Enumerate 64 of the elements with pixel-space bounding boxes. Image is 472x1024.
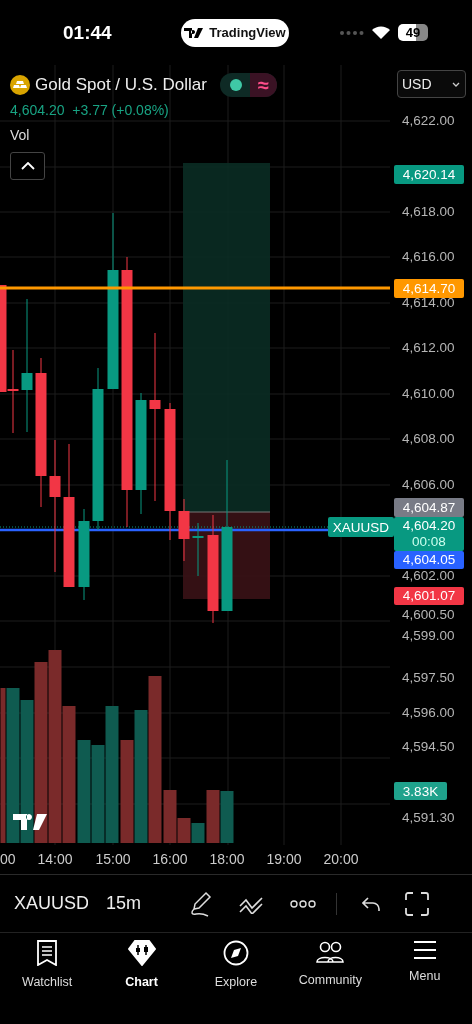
candle — [192, 522, 204, 577]
price-change: 4,604.20 +3.77 (+0.08%) — [10, 102, 169, 118]
time-tick: 00 — [0, 851, 17, 867]
price-tick: 4,618.00 — [402, 203, 455, 221]
price-tick: 4,599.00 — [402, 627, 455, 645]
list-icon — [35, 940, 60, 966]
battery-icon: 49 — [398, 24, 428, 41]
chevron-up-icon — [20, 162, 35, 170]
symbol-selector[interactable]: XAUUSD — [14, 893, 88, 914]
indicator-label[interactable]: Vol — [10, 127, 30, 143]
price-marker: 4,604.87 — [394, 498, 464, 517]
price-marker: 4,614.70 — [394, 279, 464, 298]
app-pill[interactable]: TradingView — [181, 18, 289, 47]
price-level-line[interactable] — [0, 286, 390, 290]
time-tick: 16:00 — [151, 851, 189, 867]
price-marker: 4,604.20 00:08 — [394, 517, 464, 551]
nav-tab[interactable]: Community — [285, 940, 376, 989]
price-tick: 4,610.00 — [402, 385, 455, 403]
fullscreen-icon[interactable] — [405, 891, 429, 916]
nav-tab[interactable]: Menu — [379, 940, 470, 989]
collapse-button[interactable] — [10, 152, 45, 180]
price-marker: 4,604.05 — [394, 551, 464, 569]
status-time: 01:44 — [63, 21, 113, 44]
interval-selector[interactable]: 15m — [106, 893, 141, 914]
price-tick: 4,602.00 — [402, 567, 455, 585]
logo-icon — [184, 27, 205, 38]
pen-icon[interactable] — [188, 890, 214, 917]
time-tick: 15:00 — [94, 851, 132, 867]
people-icon — [316, 940, 345, 964]
price-tick: 4,614.00 — [402, 295, 455, 312]
nav-tab[interactable]: Explore — [190, 940, 281, 989]
price-marker: 4,601.07 — [394, 587, 464, 605]
volume-badge: 3.83K — [394, 782, 447, 800]
price-tick: 4,612.00 — [402, 339, 455, 357]
price-tick: 4,596.00 — [402, 704, 455, 722]
candle — [178, 498, 190, 562]
symbol-tag: XAUUSD — [328, 517, 394, 537]
indicator-toggle[interactable]: ≈ — [219, 73, 277, 97]
wifi-icon — [372, 26, 390, 39]
time-tick: 19:00 — [265, 851, 303, 867]
nav-tab[interactable]: Chart — [96, 940, 187, 989]
menu-icon — [412, 940, 437, 960]
compass-icon — [222, 940, 249, 966]
price-tick: 4,606.00 — [402, 476, 455, 494]
price-tick: 4,608.00 — [402, 430, 455, 448]
time-tick: 20:00 — [322, 851, 360, 867]
more-icon[interactable] — [290, 899, 316, 908]
signal-icon — [340, 30, 364, 35]
chevron-down-icon — [452, 81, 460, 87]
price-tick: 4,597.50 — [402, 669, 455, 687]
time-tick: 14:00 — [36, 851, 74, 867]
bullion-icon — [10, 75, 30, 95]
currency-select[interactable]: USD — [397, 70, 466, 98]
price-tick: 4,600.50 — [402, 606, 455, 624]
candles-icon — [127, 940, 156, 966]
price-marker: 4,620.14 — [394, 165, 464, 184]
nav-tab[interactable]: Watchlist — [2, 940, 93, 989]
price-tick: 4,591.30 — [402, 809, 455, 827]
price-tick: 4,594.50 — [402, 738, 455, 756]
undo-icon[interactable] — [362, 895, 380, 912]
price-tick: 4,616.00 — [402, 248, 455, 266]
price-tick: 4,622.00 — [402, 112, 455, 130]
symbol-title[interactable]: Gold Spot / U.S. Dollar — [35, 75, 207, 95]
time-tick: 18:00 — [208, 851, 246, 867]
